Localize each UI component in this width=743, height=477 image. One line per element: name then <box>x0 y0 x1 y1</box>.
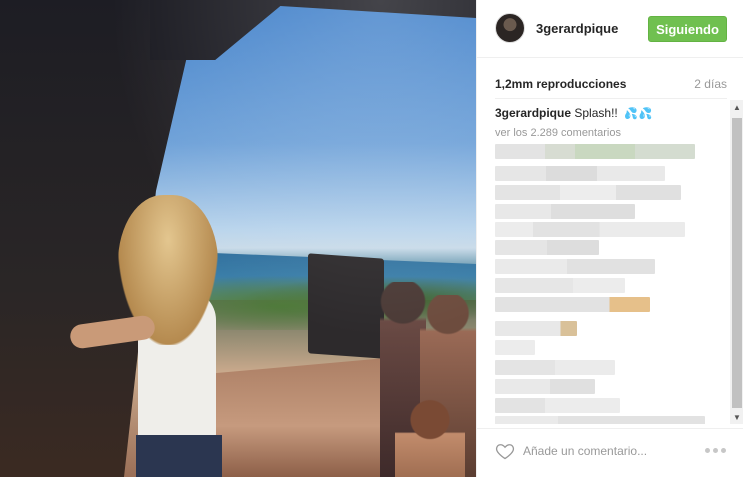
blurred-comment <box>495 144 695 159</box>
blurred-comment <box>495 297 650 312</box>
following-button[interactable]: Siguiendo <box>648 16 727 42</box>
divider <box>495 98 727 99</box>
caption-username[interactable]: 3gerardpique <box>495 106 571 120</box>
add-comment-input[interactable] <box>523 442 693 460</box>
blurred-comment <box>495 240 599 255</box>
blurred-comment <box>495 340 535 355</box>
blurred-comment <box>495 259 655 274</box>
blurred-comment <box>495 360 615 375</box>
scroll-down-arrow-icon[interactable]: ▼ <box>730 410 743 424</box>
post-side-panel: 3gerardpique Siguiendo 1,2mm reproduccio… <box>476 0 743 477</box>
blurred-comment <box>495 185 681 200</box>
video-glare <box>0 0 476 477</box>
caption: 3gerardpique Splash!! 💦💦 <box>495 104 653 123</box>
blurred-comment <box>495 166 665 181</box>
more-dot <box>713 447 718 453</box>
more-options-icon[interactable] <box>705 445 729 455</box>
blurred-comment <box>495 416 705 424</box>
avatar[interactable] <box>495 13 525 43</box>
view-all-comments-link[interactable]: ver los 2.289 comentarios <box>495 127 621 139</box>
post-stats: 1,2mm reproducciones 2 días <box>495 77 727 93</box>
comments-list: 3gerardpique Splash!! 💦💦 ver los 2.289 c… <box>495 104 727 424</box>
caption-text: Splash!! <box>574 106 618 120</box>
blurred-comment <box>495 278 625 293</box>
blurred-comment <box>495 379 595 394</box>
comments-scrollbar[interactable]: ▲ ▼ <box>730 100 743 424</box>
scrollbar-thumb[interactable] <box>732 118 742 408</box>
more-dot <box>705 447 710 453</box>
post-header: 3gerardpique Siguiendo <box>477 0 743 58</box>
post-video[interactable] <box>0 0 476 477</box>
post-timestamp[interactable]: 2 días <box>694 77 727 91</box>
more-dot <box>721 447 726 453</box>
blurred-comment <box>495 321 577 336</box>
caption-emoji: 💦💦 <box>624 108 654 120</box>
blurred-comment <box>495 398 620 413</box>
scroll-up-arrow-icon[interactable]: ▲ <box>730 100 743 114</box>
blurred-comment <box>495 222 685 237</box>
view-count: 1,2mm reproducciones <box>495 77 627 91</box>
post-footer <box>477 428 743 477</box>
blurred-comment <box>495 204 635 219</box>
author-username[interactable]: 3gerardpique <box>536 21 618 36</box>
heart-icon[interactable] <box>495 441 515 461</box>
